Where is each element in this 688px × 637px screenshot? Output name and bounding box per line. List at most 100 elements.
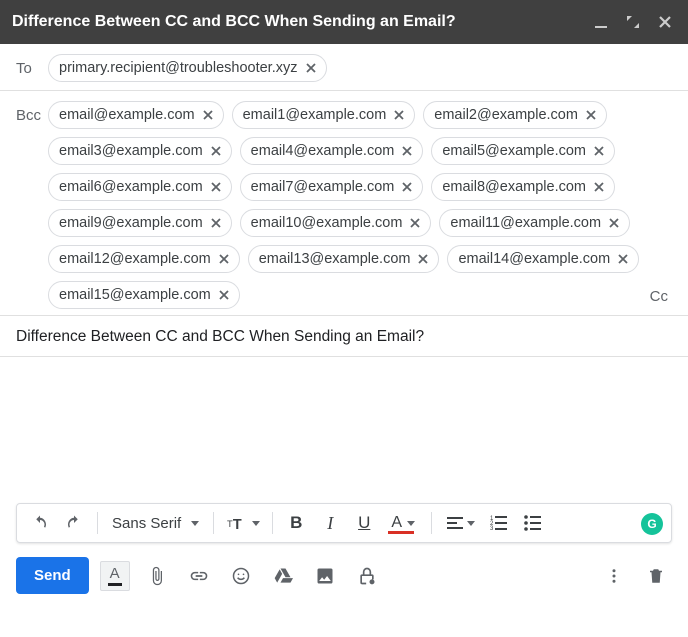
divider [431, 512, 432, 534]
svg-text:3: 3 [490, 526, 494, 532]
grammarly-icon[interactable]: G [641, 513, 663, 535]
subject-field[interactable]: Difference Between CC and BCC When Sendi… [0, 316, 688, 357]
recipient-chip[interactable]: email1@example.com [232, 101, 416, 129]
chevron-down-icon [191, 521, 199, 526]
compose-title: Difference Between CC and BCC When Sendi… [12, 13, 580, 31]
chip-remove-icon[interactable] [616, 252, 630, 266]
confidential-icon[interactable] [351, 560, 383, 592]
chip-remove-icon[interactable] [209, 144, 223, 158]
to-label: To [16, 54, 48, 77]
bcc-label: Bcc [16, 101, 48, 309]
chip-remove-icon[interactable] [592, 180, 606, 194]
numbered-list-icon[interactable]: 123 [483, 507, 515, 539]
fullscreen-icon[interactable] [622, 11, 644, 33]
recipient-chip[interactable]: email4@example.com [240, 137, 424, 165]
send-button[interactable]: Send [16, 557, 89, 594]
chip-remove-icon[interactable] [607, 216, 621, 230]
recipient-chip[interactable]: email@example.com [48, 101, 224, 129]
recipient-chip[interactable]: email12@example.com [48, 245, 240, 273]
formatting-toolbar: Sans Serif T T B I U A 123 G [16, 503, 672, 543]
chip-remove-icon[interactable] [217, 288, 231, 302]
recipient-chip[interactable]: email13@example.com [248, 245, 440, 273]
chip-remove-icon[interactable] [400, 144, 414, 158]
recipient-chip-label: email11@example.com [450, 213, 601, 233]
recipient-chip-label: primary.recipient@troubleshooter.xyz [59, 58, 298, 78]
recipient-chip-label: email10@example.com [251, 213, 403, 233]
recipient-chip[interactable]: email15@example.com [48, 281, 240, 309]
font-family-dropdown[interactable]: Sans Serif [104, 507, 207, 539]
recipient-chip[interactable]: email5@example.com [431, 137, 615, 165]
bold-icon[interactable]: B [280, 507, 312, 539]
bcc-field: Bcc email@example.comemail1@example.come… [0, 91, 688, 316]
to-chips-container[interactable]: primary.recipient@troubleshooter.xyz [48, 54, 672, 82]
recipient-chip-label: email5@example.com [442, 141, 586, 161]
email-body[interactable] [0, 357, 688, 497]
drive-icon[interactable] [267, 560, 299, 592]
underline-icon[interactable]: U [348, 507, 380, 539]
italic-icon[interactable]: I [314, 507, 346, 539]
text-color-icon[interactable]: A [382, 507, 424, 539]
recipient-chip-label: email4@example.com [251, 141, 395, 161]
chip-remove-icon[interactable] [416, 252, 430, 266]
chip-remove-icon[interactable] [584, 108, 598, 122]
bulleted-list-icon[interactable] [517, 507, 549, 539]
close-icon[interactable] [654, 11, 676, 33]
cc-toggle-link[interactable]: Cc [650, 288, 672, 309]
recipient-chip[interactable]: email7@example.com [240, 173, 424, 201]
recipient-chip-label: email15@example.com [59, 285, 211, 305]
more-options-icon[interactable] [598, 560, 630, 592]
recipient-chip-label: email2@example.com [434, 105, 578, 125]
chip-remove-icon[interactable] [304, 61, 318, 75]
chip-remove-icon[interactable] [592, 144, 606, 158]
chevron-down-icon [407, 521, 415, 526]
recipient-chip-label: email7@example.com [251, 177, 395, 197]
link-icon[interactable] [183, 560, 215, 592]
recipient-chip[interactable]: email3@example.com [48, 137, 232, 165]
emoji-icon[interactable] [225, 560, 257, 592]
chip-remove-icon[interactable] [217, 252, 231, 266]
recipient-chip[interactable]: primary.recipient@troubleshooter.xyz [48, 54, 327, 82]
recipient-chip-label: email9@example.com [59, 213, 203, 233]
recipient-chip-label: email14@example.com [458, 249, 610, 269]
recipient-chip[interactable]: email11@example.com [439, 209, 630, 237]
font-family-label: Sans Serif [112, 515, 181, 532]
recipient-chip[interactable]: email2@example.com [423, 101, 607, 129]
chip-remove-icon[interactable] [392, 108, 406, 122]
recipient-chip-label: email@example.com [59, 105, 195, 125]
recipient-chip-label: email1@example.com [243, 105, 387, 125]
text-color-button[interactable]: A [99, 560, 131, 592]
bcc-chips-container[interactable]: email@example.com email1@example.com email… [48, 101, 650, 309]
send-toolbar: Send A [0, 543, 688, 602]
chip-remove-icon[interactable] [209, 180, 223, 194]
chip-remove-icon[interactable] [408, 216, 422, 230]
to-field: To primary.recipient@troubleshooter.xyz [0, 44, 688, 91]
compose-titlebar: Difference Between CC and BCC When Sendi… [0, 0, 688, 44]
image-icon[interactable] [309, 560, 341, 592]
undo-icon[interactable] [24, 507, 56, 539]
recipient-chip-label: email13@example.com [259, 249, 411, 269]
attach-icon[interactable] [141, 560, 173, 592]
recipient-chip-label: email3@example.com [59, 141, 203, 161]
recipient-chip-label: email8@example.com [442, 177, 586, 197]
redo-icon[interactable] [58, 507, 90, 539]
recipient-chip-label: email12@example.com [59, 249, 211, 269]
chip-remove-icon[interactable] [209, 216, 223, 230]
chevron-down-icon [252, 521, 260, 526]
font-size-icon[interactable]: T T [221, 507, 265, 539]
recipient-chip[interactable]: email8@example.com [431, 173, 615, 201]
align-icon[interactable] [439, 507, 481, 539]
recipient-chip[interactable]: email6@example.com [48, 173, 232, 201]
minimize-icon[interactable] [590, 11, 612, 33]
svg-text:T: T [233, 517, 242, 532]
recipient-chip[interactable]: email10@example.com [240, 209, 432, 237]
recipient-chip-label: email6@example.com [59, 177, 203, 197]
divider [97, 512, 98, 534]
chevron-down-icon [467, 521, 475, 526]
divider [272, 512, 273, 534]
recipient-chip[interactable]: email9@example.com [48, 209, 232, 237]
recipient-chip[interactable]: email14@example.com [447, 245, 639, 273]
chip-remove-icon[interactable] [201, 108, 215, 122]
delete-icon[interactable] [640, 560, 672, 592]
chip-remove-icon[interactable] [400, 180, 414, 194]
divider [213, 512, 214, 534]
